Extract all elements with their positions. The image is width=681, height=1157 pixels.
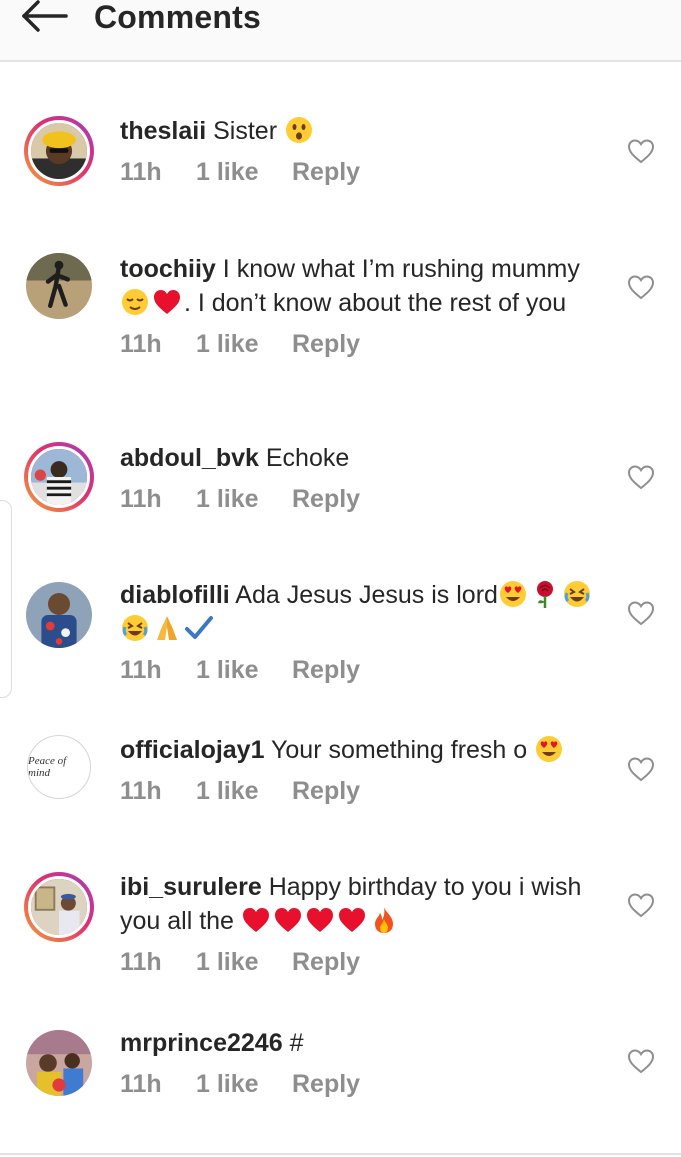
page-title: Comments	[94, 0, 261, 35]
comment-username[interactable]: mrprince2246	[120, 1029, 283, 1057]
comment-username[interactable]: officialojay1	[120, 736, 265, 764]
divider	[0, 1153, 681, 1155]
heart-icon[interactable]	[627, 464, 655, 490]
comment-likes[interactable]: 1 like	[196, 329, 292, 359]
avatar[interactable]	[24, 872, 94, 942]
comment-time: 11h	[120, 485, 162, 513]
avatar-text: Peace of mind	[28, 755, 67, 779]
avatar[interactable]: Peace of mind	[27, 735, 91, 799]
reply-button[interactable]: Reply	[292, 157, 360, 187]
comment-body: Your something fresh o	[271, 736, 528, 764]
comment-likes[interactable]: 1 like	[196, 947, 292, 977]
comment-text: toochiiy I know what I’m rushing mummy . …	[120, 252, 610, 320]
reply-button[interactable]: Reply	[292, 947, 360, 977]
avatar[interactable]	[26, 253, 92, 319]
comment-username[interactable]: ibi_surulere	[120, 873, 262, 901]
comment-text: ibi_surulere Happy birthday to you i wis…	[120, 870, 610, 938]
arrow-left-icon[interactable]	[20, 0, 70, 36]
astonished-emoji-icon	[284, 115, 314, 145]
heart-icon[interactable]	[627, 756, 655, 782]
red-heart-emoji-icon	[337, 905, 367, 935]
heart-icon[interactable]	[627, 892, 655, 918]
heart-icon[interactable]	[627, 138, 655, 164]
check-mark-emoji-icon	[184, 613, 214, 643]
reply-button[interactable]: Reply	[292, 329, 360, 359]
avatar[interactable]	[26, 1030, 92, 1096]
comment-likes[interactable]: 1 like	[196, 484, 292, 514]
comment-username[interactable]: diablofilli	[120, 581, 230, 609]
avatar[interactable]	[24, 116, 94, 186]
comment-text: theslaii Sister	[120, 114, 610, 148]
relieved-emoji-icon	[120, 287, 150, 317]
comment-time: 11h	[120, 777, 162, 805]
reply-button[interactable]: Reply	[292, 484, 360, 514]
comment-body: I know what I’m rushing mummy	[222, 255, 580, 283]
comment-body: Sister	[213, 117, 278, 145]
red-heart-emoji-icon	[273, 905, 303, 935]
comment-likes[interactable]: 1 like	[196, 776, 292, 806]
comment-username[interactable]: abdoul_bvk	[120, 444, 259, 472]
avatar[interactable]	[26, 582, 92, 648]
comment-body: #	[289, 1029, 304, 1057]
heart-icon[interactable]	[627, 1048, 655, 1074]
comment-username[interactable]: toochiiy	[120, 255, 216, 283]
comment-text: mrprince2246 #	[120, 1026, 610, 1060]
comment-body-continued: . I don’t know about the rest of you	[184, 289, 567, 317]
rolling-laughing-emoji-icon	[120, 613, 150, 643]
comment-time: 11h	[120, 1070, 162, 1098]
comment-body: Ada Jesus Jesus is lord	[235, 581, 498, 609]
red-heart-emoji-icon	[152, 287, 182, 317]
red-heart-emoji-icon	[241, 905, 271, 935]
reply-button[interactable]: Reply	[292, 1069, 360, 1099]
comment-likes[interactable]: 1 like	[196, 655, 292, 685]
rolling-laughing-emoji-icon	[562, 579, 592, 609]
side-panel-edge	[0, 500, 12, 698]
comment-username[interactable]: theslaii	[120, 117, 206, 145]
avatar[interactable]	[24, 442, 94, 512]
reply-button[interactable]: Reply	[292, 655, 360, 685]
comment-text: officialojay1 Your something fresh o	[120, 733, 610, 767]
comment-text: abdoul_bvk Echoke	[120, 441, 610, 475]
fire-emoji-icon	[369, 905, 399, 935]
top-bar: Comments	[0, 0, 681, 62]
comment-text: diablofilli Ada Jesus Jesus is lord	[120, 578, 610, 646]
heart-eyes-emoji-icon	[498, 579, 528, 609]
reply-button[interactable]: Reply	[292, 776, 360, 806]
comment-time: 11h	[120, 656, 162, 684]
heart-eyes-emoji-icon	[534, 734, 564, 764]
rose-emoji-icon	[530, 579, 560, 609]
heart-icon[interactable]	[627, 600, 655, 626]
comment-time: 11h	[120, 948, 162, 976]
comment-likes[interactable]: 1 like	[196, 157, 292, 187]
comment-body: Echoke	[265, 444, 350, 472]
comment-time: 11h	[120, 158, 162, 186]
folded-hands-emoji-icon	[152, 613, 182, 643]
comment-time: 11h	[120, 330, 162, 358]
comment-likes[interactable]: 1 like	[196, 1069, 292, 1099]
heart-icon[interactable]	[627, 274, 655, 300]
red-heart-emoji-icon	[305, 905, 335, 935]
